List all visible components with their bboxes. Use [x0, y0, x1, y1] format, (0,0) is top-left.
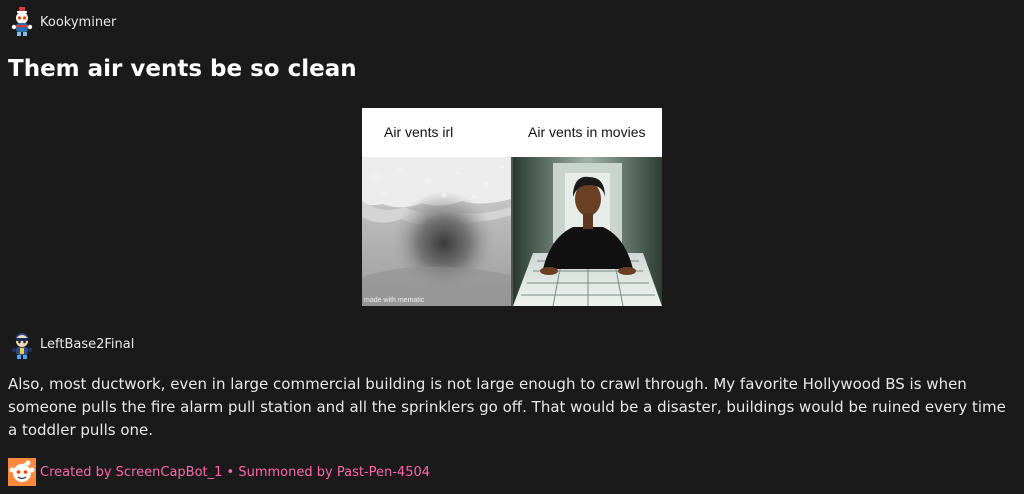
meme-caption-left: Air vents irl [384, 124, 454, 140]
post-author[interactable]: Kookyminer [40, 15, 116, 30]
screencap-bot-icon [8, 458, 36, 486]
meme-watermark: made with mematic [364, 297, 425, 304]
post-title[interactable]: Them air vents be so clean [8, 56, 357, 82]
comment-body: Also, most ductwork, even in large comme… [8, 375, 1006, 439]
movie-vent-photo [513, 157, 662, 306]
comment-author[interactable]: LeftBase2Final [40, 337, 134, 352]
dusty-vent-photo [362, 157, 511, 306]
post-header: Kookyminer [8, 6, 116, 38]
bot-footer: Created by ScreenCapBot_1 • Summoned by … [8, 458, 430, 486]
summoner-link[interactable]: Past-Pen-4504 [337, 465, 430, 480]
summoned-by-label: Summoned by [238, 464, 333, 480]
meme-caption-right: Air vents in movies [528, 124, 646, 140]
snoo-avatar-icon[interactable] [8, 6, 36, 38]
footer-separator: • [226, 464, 235, 480]
created-by-label: Created by [40, 464, 112, 480]
meme-image[interactable]: Air vents irl Air vents in movies made w… [362, 108, 662, 306]
bot-name-link[interactable]: ScreenCapBot_1 [116, 465, 223, 480]
snoo-avatar-icon[interactable] [8, 328, 36, 360]
comment-header: LeftBase2Final [8, 328, 134, 360]
